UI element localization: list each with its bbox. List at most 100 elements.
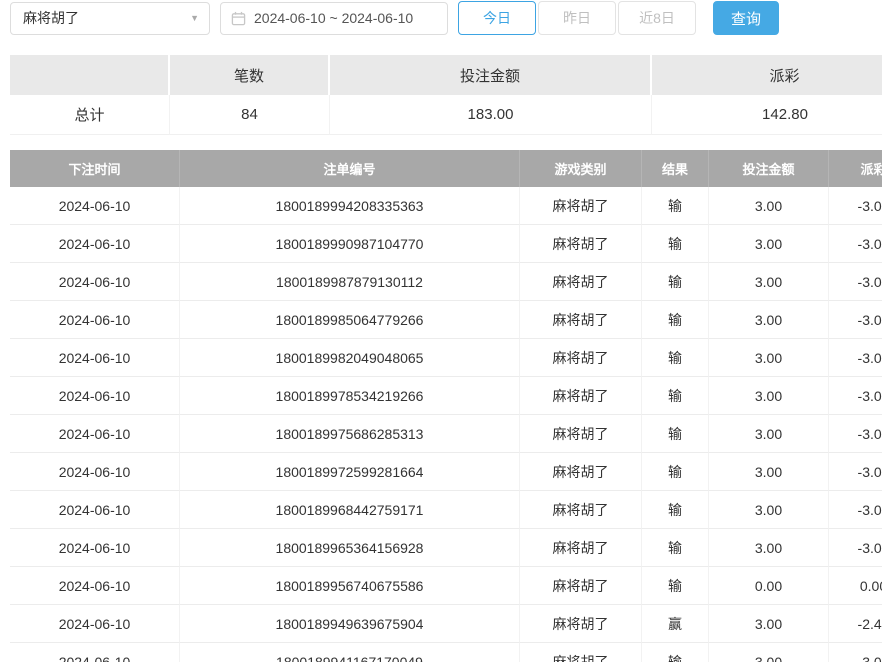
cell-game-type: 麻将胡了: [520, 339, 642, 377]
table-row: 2024-06-10 1800189987879130112 麻将胡了 输 3.…: [10, 263, 882, 301]
summary-table: 笔数 投注金额 派彩 总计 84 183.00 142.80: [10, 55, 882, 135]
cell-game-type: 麻将胡了: [520, 301, 642, 339]
cell-order-id: 1800189987879130112: [180, 263, 520, 301]
chevron-down-icon: ▼: [190, 13, 199, 23]
cell-bet-time: 2024-06-10: [10, 377, 180, 415]
query-button[interactable]: 查询: [713, 1, 779, 35]
table-row: 2024-06-10 1800189965364156928 麻将胡了 输 3.…: [10, 529, 882, 567]
bet-table: 下注时间 注单编号 游戏类别 结果 投注金额 派彩 2024-06-10 180…: [10, 150, 882, 662]
table-row: 2024-06-10 1800189941167170049 麻将胡了 输 3.…: [10, 643, 882, 662]
cell-bet-amount: 3.00: [709, 339, 829, 377]
date-range-input[interactable]: 2024-06-10 ~ 2024-06-10: [220, 2, 448, 35]
cell-payout: -3.00: [829, 453, 882, 491]
cell-result: 输: [642, 301, 709, 339]
summary-total-row: 总计 84 183.00 142.80: [10, 95, 882, 135]
table-row: 2024-06-10 1800189956740675586 麻将胡了 输 0.…: [10, 567, 882, 605]
cell-payout: -3.00: [829, 225, 882, 263]
cell-bet-time: 2024-06-10: [10, 301, 180, 339]
cell-bet-time: 2024-06-10: [10, 643, 180, 662]
cell-bet-time: 2024-06-10: [10, 453, 180, 491]
cell-bet-time: 2024-06-10: [10, 339, 180, 377]
cell-payout: -3.00: [829, 263, 882, 301]
cell-bet-amount: 3.00: [709, 415, 829, 453]
summary-total-count: 84: [170, 95, 330, 135]
cell-bet-amount: 3.00: [709, 263, 829, 301]
yesterday-button[interactable]: 昨日: [538, 1, 616, 35]
col-header-game-type: 游戏类别: [520, 150, 642, 187]
cell-order-id: 1800189975686285313: [180, 415, 520, 453]
game-select-value: 麻将胡了: [23, 8, 79, 28]
summary-header-payout: 派彩: [652, 55, 882, 95]
cell-result: 输: [642, 491, 709, 529]
cell-result: 输: [642, 263, 709, 301]
col-header-bet-time: 下注时间: [10, 150, 180, 187]
cell-game-type: 麻将胡了: [520, 567, 642, 605]
cell-order-id: 1800189982049048065: [180, 339, 520, 377]
cell-order-id: 1800189978534219266: [180, 377, 520, 415]
cell-order-id: 1800189985064779266: [180, 301, 520, 339]
cell-bet-time: 2024-06-10: [10, 187, 180, 225]
table-row: 2024-06-10 1800189982049048065 麻将胡了 输 3.…: [10, 339, 882, 377]
date-range-value: 2024-06-10 ~ 2024-06-10: [254, 10, 413, 26]
cell-payout: -3.00: [829, 529, 882, 567]
summary-total-payout: 142.80: [652, 95, 882, 135]
table-row: 2024-06-10 1800189949639675904 麻将胡了 赢 3.…: [10, 605, 882, 643]
table-row: 2024-06-10 1800189994208335363 麻将胡了 输 3.…: [10, 187, 882, 225]
last8days-button[interactable]: 近8日: [618, 1, 696, 35]
summary-header-row: 笔数 投注金额 派彩: [10, 55, 882, 95]
cell-bet-amount: 3.00: [709, 491, 829, 529]
summary-total-bet-amount: 183.00: [330, 95, 652, 135]
cell-bet-amount: 3.00: [709, 605, 829, 643]
today-button[interactable]: 今日: [458, 1, 536, 35]
cell-payout: -3.00: [829, 187, 882, 225]
cell-result: 输: [642, 643, 709, 662]
game-select[interactable]: 麻将胡了 ▼: [10, 2, 210, 35]
cell-result: 赢: [642, 605, 709, 643]
cell-result: 输: [642, 225, 709, 263]
cell-bet-amount: 3.00: [709, 225, 829, 263]
cell-game-type: 麻将胡了: [520, 263, 642, 301]
table-row: 2024-06-10 1800189985064779266 麻将胡了 输 3.…: [10, 301, 882, 339]
col-header-bet-amount: 投注金额: [709, 150, 829, 187]
bet-table-body: 2024-06-10 1800189994208335363 麻将胡了 输 3.…: [10, 187, 882, 662]
cell-order-id: 1800189941167170049: [180, 643, 520, 662]
cell-payout: -2.40: [829, 605, 882, 643]
cell-game-type: 麻将胡了: [520, 605, 642, 643]
cell-game-type: 麻将胡了: [520, 187, 642, 225]
table-row: 2024-06-10 1800189990987104770 麻将胡了 输 3.…: [10, 225, 882, 263]
cell-bet-amount: 3.00: [709, 377, 829, 415]
filter-bar: 麻将胡了 ▼ 2024-06-10 ~ 2024-06-10 今日 昨日 近8日…: [10, 1, 882, 35]
cell-order-id: 1800189994208335363: [180, 187, 520, 225]
cell-payout: 0.00: [829, 567, 882, 605]
table-row: 2024-06-10 1800189978534219266 麻将胡了 输 3.…: [10, 377, 882, 415]
cell-bet-time: 2024-06-10: [10, 225, 180, 263]
cell-payout: -3.00: [829, 339, 882, 377]
col-header-order-id: 注单编号: [180, 150, 520, 187]
cell-result: 输: [642, 415, 709, 453]
cell-game-type: 麻将胡了: [520, 225, 642, 263]
cell-order-id: 1800189972599281664: [180, 453, 520, 491]
cell-payout: -3.00: [829, 491, 882, 529]
cell-game-type: 麻将胡了: [520, 643, 642, 662]
cell-order-id: 1800189965364156928: [180, 529, 520, 567]
summary-header-count: 笔数: [170, 55, 330, 95]
table-row: 2024-06-10 1800189975686285313 麻将胡了 输 3.…: [10, 415, 882, 453]
cell-bet-time: 2024-06-10: [10, 567, 180, 605]
cell-bet-amount: 3.00: [709, 301, 829, 339]
calendar-icon: [231, 11, 246, 26]
cell-bet-time: 2024-06-10: [10, 491, 180, 529]
cell-order-id: 1800189968442759171: [180, 491, 520, 529]
table-row: 2024-06-10 1800189968442759171 麻将胡了 输 3.…: [10, 491, 882, 529]
cell-game-type: 麻将胡了: [520, 377, 642, 415]
col-header-payout: 派彩: [829, 150, 882, 187]
cell-order-id: 1800189990987104770: [180, 225, 520, 263]
betting-records-page: 麻将胡了 ▼ 2024-06-10 ~ 2024-06-10 今日 昨日 近8日…: [0, 0, 882, 662]
cell-bet-amount: 3.00: [709, 529, 829, 567]
cell-bet-time: 2024-06-10: [10, 415, 180, 453]
cell-game-type: 麻将胡了: [520, 453, 642, 491]
cell-bet-time: 2024-06-10: [10, 605, 180, 643]
bet-table-header-row: 下注时间 注单编号 游戏类别 结果 投注金额 派彩: [10, 150, 882, 187]
cell-order-id: 1800189956740675586: [180, 567, 520, 605]
cell-result: 输: [642, 339, 709, 377]
summary-header-empty: [10, 55, 170, 95]
